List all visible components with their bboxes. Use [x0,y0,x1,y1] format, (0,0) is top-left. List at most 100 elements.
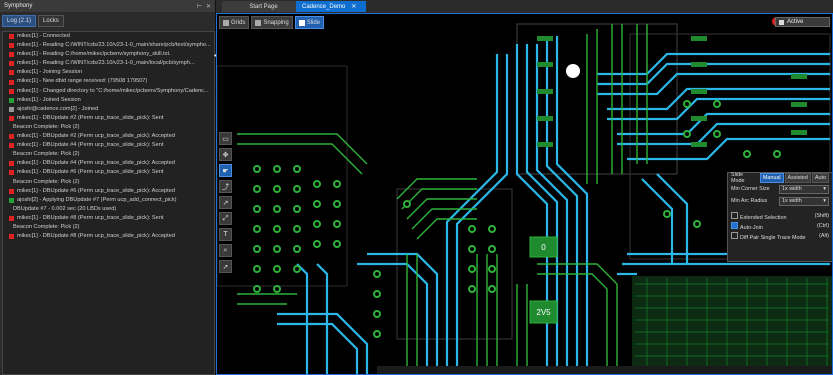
close-tab-icon[interactable]: ✕ [351,3,356,10]
mode-auto-button[interactable]: Auto [811,173,829,183]
log-line: mikec[1] - Connected [3,32,214,41]
document-tabbar: Start Page Cadence_Demo ✕ [216,0,833,13]
status-dropdown-value: Active [787,19,804,25]
log-line: mikec[1] - DBUpdate #6 (Perm ucp_trace_s… [3,187,214,196]
add-connect-icon[interactable]: ↗ [219,196,232,209]
chevron-down-icon: ▾ [823,198,826,204]
log-line: mikec[1] - DBUpdate #2 (Perm ucp_trace_s… [3,132,214,141]
zoom-icon[interactable]: ⌕ [219,244,232,257]
text-icon[interactable]: T [219,228,232,241]
vertical-toolbar: ▭ ✥ ☛ ⤴ ↗ ⤢ T ⌕ ➚ [219,132,233,273]
log-line: mikec[1] - Reading C:/WINT/cds/23.10/v23… [3,41,214,50]
mode-assisted-button[interactable]: Assisted [784,173,811,183]
extended-selection-key: (Shift) [814,213,829,219]
option-diff-pair[interactable]: Diff Pair Single Trace Mode (Alt) [728,231,832,241]
tab-start-page[interactable]: Start Page [222,1,305,12]
log-line-text: ajoshi@cadence.com[2] - Joined [17,105,99,112]
status-square-icon [9,161,14,167]
log-list[interactable]: mikec[1] - Connected mikec[1] - Reading C… [2,31,215,375]
snapping-label: Snapping [263,19,289,26]
min-corner-dropdown[interactable]: 1x width ▾ [779,184,829,194]
comment-icon[interactable]: ▭ [219,132,232,145]
log-line-text: mikec[1] - DBUpdate #4 (Perm ucp_trace_s… [17,142,164,149]
status-square-icon [9,115,14,121]
status-square-icon [9,134,14,140]
option-extended-selection[interactable]: Extended Selection (Shift) [728,211,832,221]
log-line: mikec[1] - Joined Session [3,96,214,105]
status-square-icon [9,88,14,94]
log-line-text: mikec[1] - Joining Session [17,69,82,76]
log-line-text: mikec[1] - DBUpdate #2 (Perm ucp_trace_s… [17,133,175,140]
tab-cadence-demo-label: Cadence_Demo [302,3,346,10]
status-square-icon [9,52,14,58]
log-line-text: mikec[1] - Reading C:/WINT/cds/23.10/v23… [17,42,211,49]
log-line-text: mikec[1] - DBUpdate #8 (Perm ucp_trace_s… [17,214,164,221]
grid-icon [223,19,229,26]
log-line: mikec[1] - DBUpdate #8 (Perm ucp_trace_s… [3,232,214,241]
status-square-icon [9,70,14,76]
status-square-icon [9,79,14,85]
status-square-icon [9,34,14,40]
user-icon [9,106,14,112]
tab-log[interactable]: Log (2.1) [2,15,37,27]
tab-start-page-label: Start Page [249,3,278,10]
move-icon[interactable]: ✥ [219,148,232,161]
status-square-icon [9,197,14,203]
log-line: Beacon Complete: Pick (2) [3,178,214,187]
test-point-label-0: 0 [541,242,546,252]
log-line-text: Beacon Complete: Pick (2) [13,123,80,130]
log-line-text: mikec[1] - DBUpdate #6 (Perm ucp_trace_s… [17,187,175,194]
extended-selection-checkbox[interactable] [731,211,738,219]
min-arc-row: Min Arc Radius 1x width ▾ [728,195,832,207]
slide-tool-icon[interactable]: ☛ [219,164,232,177]
log-line: mikec[1] - Reading C:/home/mikec/pcbenv/… [3,50,214,59]
log-line-text: mikec[1] - New dbid range received: (795… [17,78,148,85]
option-auto-join[interactable]: Auto-Join (Ctrl) [728,221,832,231]
symphony-panel: Symphony ⊢ ✕ Log (2.1) Locks mikec[1] - … [0,0,216,375]
log-line: mikec[1] - DBUpdate #4 (Perm ucp_trace_s… [3,141,214,150]
log-line: mikec[1] - Changed directory to "C:/home… [3,87,214,96]
slide-mode-label: Slide Mode [731,172,745,184]
status-square-icon [9,143,14,149]
tab-locks[interactable]: Locks [38,15,64,27]
status-square-icon [9,61,14,67]
symphony-tabs: Log (2.1) Locks [0,14,215,28]
snapping-icon [255,19,262,26]
diff-pair-checkbox[interactable] [731,231,738,239]
min-arc-dropdown[interactable]: 1x width ▾ [779,196,829,206]
log-line-text: mikec[1] - DBUpdate #4 (Perm ucp_trace_s… [17,160,175,167]
pin-icon[interactable]: ⊢ [197,3,202,10]
status-dropdown[interactable]: Active [775,17,830,27]
log-line-text: mikec[1] - Reading C:/home/mikec/pcbenv/… [17,51,171,58]
log-line: Beacon Complete: Pick (2) [3,123,214,132]
auto-join-checkbox[interactable] [731,221,738,229]
status-square-icon [9,170,14,176]
log-line-text: Beacon Complete: Pick (2) [13,178,80,185]
snapping-button[interactable]: Snapping [251,16,293,29]
log-line-text: mikec[1] - Changed directory to "C:/home… [17,87,209,94]
symphony-panel-title: Symphony ⊢ ✕ [0,0,215,12]
log-line: mikec[1] - New dbid range received: (795… [3,77,214,86]
pointer-icon[interactable]: ➚ [219,260,232,273]
grids-button[interactable]: Grids [219,16,250,29]
log-line: mikec[1] - DBUpdate #6 (Perm ucp_trace_s… [3,168,214,177]
panel-title-text: Symphony [4,3,33,9]
min-corner-value: 1x width [782,186,802,192]
auto-join-label: Auto-Join [740,224,763,231]
log-line-text: DBUpdate #7 - 0.002 sec (20 LBDs used) [13,205,117,212]
log-line-text: ajoshi[2] - Applying DBUpdate #7 (Perm u… [17,196,177,203]
tab-cadence-demo[interactable]: Cadence_Demo ✕ [296,1,366,12]
mode-manual-button[interactable]: Manual [759,173,784,183]
diff-pair-key: (Alt) [819,233,829,239]
close-icon[interactable]: ✕ [206,3,211,10]
min-corner-label: Min Corner Size [731,186,770,192]
status-square-icon [9,97,14,103]
log-line: mikec[1] - Joining Session [3,68,214,77]
route-icon[interactable]: ⤴ [219,180,232,193]
log-line: ajoshi[2] - Applying DBUpdate #7 (Perm u… [3,196,214,205]
pcb-canvas[interactable]: 0 2V5 Grids Snapping Slide ⏺ ⟳ Active ▭ … [216,13,833,375]
stretch-icon[interactable]: ⤢ [219,212,232,225]
log-line: mikec[1] - DBUpdate #2 (Perm ucp_trace_s… [3,114,214,123]
slide-button[interactable]: Slide [294,16,325,29]
layer-bar[interactable] [377,366,832,374]
